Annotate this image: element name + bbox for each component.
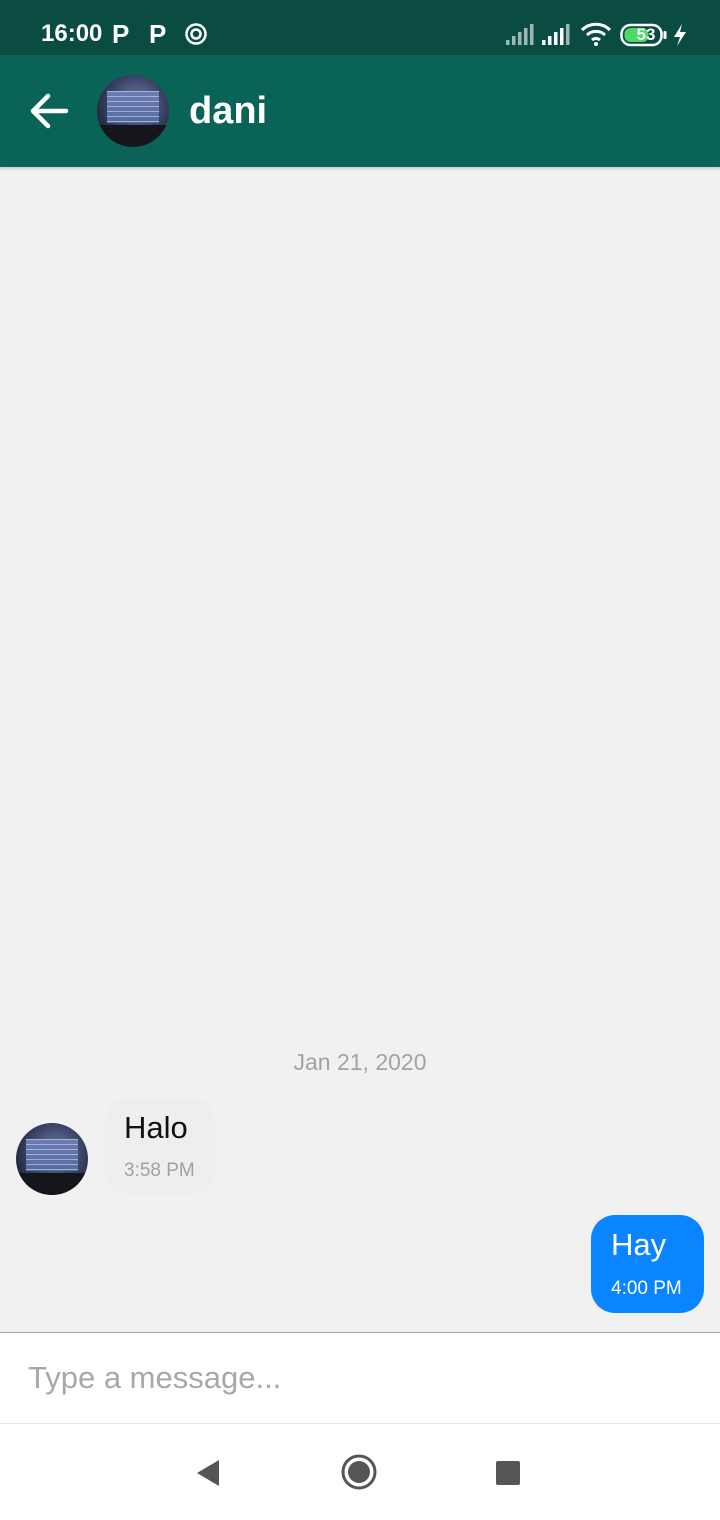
- sync-notification-icon: [185, 23, 207, 45]
- contact-name[interactable]: dani: [189, 89, 267, 133]
- contact-avatar[interactable]: [97, 75, 169, 147]
- outgoing-message-bubble[interactable]: Hay 4:00 PM: [591, 1215, 704, 1313]
- home-circle-icon[interactable]: [340, 1453, 378, 1491]
- status-time: 16:00: [41, 20, 103, 47]
- charging-bolt-icon: [674, 24, 686, 46]
- back-triangle-icon[interactable]: [194, 1458, 222, 1488]
- message-time: 3:58 PM: [124, 1160, 195, 1181]
- message-composer: [0, 1332, 720, 1424]
- system-nav-bar: [0, 1424, 720, 1520]
- message-text: Hay: [611, 1227, 667, 1262]
- date-separator: Jan 21, 2020: [293, 1049, 427, 1075]
- back-button[interactable]: [22, 84, 76, 138]
- signal-1-icon: [506, 24, 534, 45]
- battery-level: 53: [636, 25, 656, 44]
- parking-notification-icon: P: [112, 19, 130, 49]
- chat-header: dani: [0, 55, 720, 167]
- sender-avatar[interactable]: [16, 1123, 88, 1195]
- message-text: Halo: [124, 1110, 188, 1145]
- arrow-left-icon: [30, 93, 69, 129]
- message-time: 4:00 PM: [611, 1278, 682, 1299]
- wifi-icon: [580, 22, 612, 46]
- recents-square-icon[interactable]: [495, 1460, 521, 1486]
- incoming-message-bubble[interactable]: Halo 3:58 PM: [105, 1098, 215, 1194]
- signal-2-icon: [542, 24, 570, 45]
- parking-notification-icon: P: [149, 19, 167, 49]
- status-bar: 16:00 P P 53: [0, 0, 720, 55]
- message-input[interactable]: [28, 1353, 688, 1403]
